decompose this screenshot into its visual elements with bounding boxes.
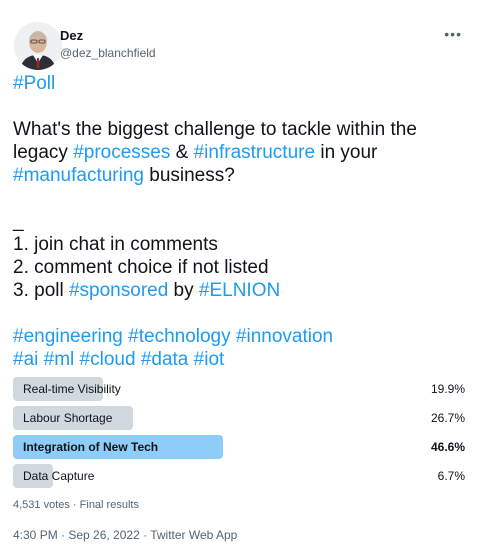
hashtag-data[interactable]: #data — [141, 349, 189, 370]
author-block: Dez @dez_blanchfield — [60, 28, 156, 61]
poll-option-percent: 26.7% — [430, 411, 465, 425]
author-handle[interactable]: @dez_blanchfield — [60, 45, 156, 61]
item3-text-2: by — [168, 280, 199, 301]
hashtag-poll[interactable]: #Poll — [13, 73, 55, 94]
poll-option-percent: 46.6% — [430, 440, 465, 454]
hashtag-cloud[interactable]: #cloud — [80, 349, 136, 370]
hashtag-processes[interactable]: #processes — [73, 142, 170, 163]
hashtag-infrastructure[interactable]: #infrastructure — [194, 142, 315, 163]
hashtag-ai[interactable]: #ai — [13, 349, 38, 370]
tweet-timestamp[interactable]: 4:30 PM · Sep 26, 2022 · Twitter Web App — [13, 528, 237, 542]
poll-option-percent: 6.7% — [437, 469, 465, 483]
tweet-card: Dez @dez_blanchfield ••• #Poll What's th… — [0, 0, 478, 557]
hashtag-manufacturing[interactable]: #manufacturing — [13, 165, 144, 186]
hashtags-line-1: #engineering #technology #innovation — [13, 325, 463, 348]
poll: Real-time Visibility 19.9% Labour Shorta… — [13, 377, 465, 493]
item3-text-1: 3. poll — [13, 280, 69, 301]
poll-option: Data Capture 6.7% — [13, 464, 465, 488]
poll-option-label: Real-time Visibility — [23, 382, 121, 396]
more-options-icon[interactable]: ••• — [444, 26, 462, 42]
hashtag-sponsored[interactable]: #sponsored — [69, 280, 168, 301]
poll-option-label: Data Capture — [23, 469, 95, 483]
hashtag-engineering[interactable]: #engineering — [13, 326, 123, 347]
poll-option: Real-time Visibility 19.9% — [13, 377, 465, 401]
tweet-text: #Poll What's the biggest challenge to ta… — [13, 72, 463, 371]
poll-meta: 4,531 votes · Final results — [13, 499, 139, 511]
poll-option-percent: 19.9% — [430, 382, 465, 396]
list-item-2: 2. comment choice if not listed — [13, 257, 269, 278]
hashtags-line-2: #ai #ml #cloud #data #iot — [13, 348, 463, 371]
poll-option-label: Integration of New Tech — [23, 440, 159, 454]
author-name[interactable]: Dez — [60, 28, 156, 44]
hashtag-technology[interactable]: #technology — [128, 326, 230, 347]
hashtag-ml[interactable]: #ml — [44, 349, 75, 370]
separator-underscore: _ — [13, 211, 24, 232]
list-item-1: 1. join chat in comments — [13, 234, 218, 255]
hashtag-elnion[interactable]: #ELNION — [199, 280, 280, 301]
tweet-question: What's the biggest challenge to tackle w… — [13, 118, 463, 187]
question-text-2: & — [170, 142, 194, 163]
hashtag-iot[interactable]: #iot — [194, 349, 225, 370]
poll-option: Labour Shortage 26.7% — [13, 406, 465, 430]
question-text-3: in your — [315, 142, 378, 163]
list-item-3: 3. poll #sponsored by #ELNION — [13, 279, 463, 302]
question-text-4: business? — [143, 165, 235, 186]
avatar[interactable] — [14, 22, 62, 70]
poll-option-winner: Integration of New Tech 46.6% — [13, 435, 465, 459]
hashtag-innovation[interactable]: #innovation — [236, 326, 333, 347]
poll-option-label: Labour Shortage — [23, 411, 113, 425]
avatar-photo — [14, 22, 62, 70]
